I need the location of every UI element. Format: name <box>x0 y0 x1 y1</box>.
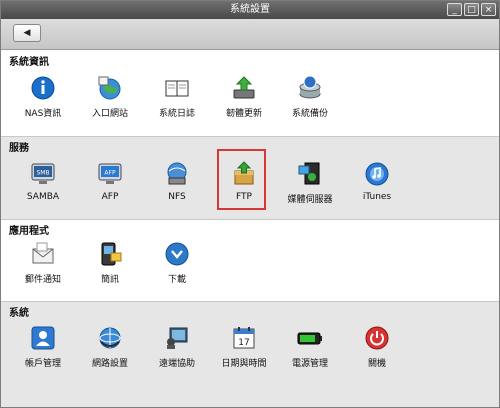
divider <box>1 219 499 220</box>
divider <box>1 301 499 302</box>
svg-text:SMB: SMB <box>36 170 49 177</box>
item-portal[interactable]: 入口網站 <box>80 75 140 119</box>
item-label: 簡訊 <box>100 275 119 285</box>
item-label: 日期與時間 <box>221 359 267 369</box>
info-icon <box>30 75 56 101</box>
section-system: 系統 帳戶管理 網路設置 遠端協助 17 日期與時間 電源管理 關機 <box>1 301 499 407</box>
section-applications: 應用程式 郵件通知 簡訊 下載 <box>1 219 499 301</box>
battery-icon <box>297 325 323 351</box>
window-title: 系統設置 <box>230 4 270 15</box>
item-label: 入口網站 <box>91 109 128 119</box>
section-title: 系統 <box>9 308 29 319</box>
item-label: NFS <box>168 192 186 202</box>
item-remote-assist[interactable]: 遠端協助 <box>147 325 207 369</box>
toolbar: ◀ <box>1 19 499 50</box>
calendar-day: 17 <box>238 338 249 348</box>
item-label: 系統日誌 <box>158 109 195 119</box>
afp-icon: AFP <box>97 161 123 187</box>
item-label: 帳戶管理 <box>24 359 61 369</box>
sms-icon <box>97 241 123 267</box>
item-label: 媒體伺服器 <box>287 195 333 205</box>
window-controls: _ □ × <box>447 3 496 16</box>
item-label: 遠端協助 <box>158 359 195 369</box>
maximize-button[interactable]: □ <box>464 3 479 16</box>
item-label: 網路設置 <box>91 359 128 369</box>
item-system-backup[interactable]: 系統備份 <box>280 75 340 119</box>
close-button[interactable]: × <box>481 3 496 16</box>
item-account-management[interactable]: 帳戶管理 <box>13 325 73 369</box>
item-label: SAMBA <box>26 192 60 202</box>
item-sms[interactable]: 簡訊 <box>80 241 140 285</box>
item-media-server[interactable]: 媒體伺服器 <box>280 161 340 205</box>
item-label: 關機 <box>367 359 386 369</box>
back-button[interactable]: ◀ <box>13 24 41 42</box>
item-power-management[interactable]: 電源管理 <box>280 325 340 369</box>
calendar-icon: 17 <box>231 325 257 351</box>
highlight-box <box>217 149 266 210</box>
item-download[interactable]: 下載 <box>147 241 207 285</box>
item-label: 郵件通知 <box>24 275 61 285</box>
download-icon <box>164 241 190 267</box>
item-system-log[interactable]: 系統日誌 <box>147 75 207 119</box>
mail-icon <box>30 241 56 267</box>
media-server-icon <box>297 161 323 187</box>
item-label: 韌體更新 <box>225 109 262 119</box>
backup-icon <box>297 75 323 101</box>
item-date-time[interactable]: 17 日期與時間 <box>214 325 274 369</box>
item-label: 下載 <box>167 275 186 285</box>
account-icon <box>30 325 56 351</box>
samba-icon: SMB <box>30 161 56 187</box>
item-shutdown[interactable]: 關機 <box>347 325 407 369</box>
network-icon <box>97 325 123 351</box>
svg-text:AFP: AFP <box>104 170 116 177</box>
divider <box>1 136 499 137</box>
nfs-icon <box>164 161 190 187</box>
minimize-button[interactable]: _ <box>447 3 462 16</box>
title-bar[interactable]: 系統設置 _ □ × <box>1 1 499 19</box>
item-samba[interactable]: SMB SAMBA <box>13 161 73 202</box>
item-firmware-update[interactable]: 韌體更新 <box>214 75 274 119</box>
item-mail-notification[interactable]: 郵件通知 <box>13 241 73 285</box>
log-book-icon <box>164 75 190 101</box>
item-network-settings[interactable]: 網路設置 <box>80 325 140 369</box>
system-settings-window: 系統設置 _ □ × ◀ 系統資訊 NAS資訊 入口網站 系統日誌 韌體更新 系… <box>0 0 500 408</box>
item-nas-info[interactable]: NAS資訊 <box>13 75 73 119</box>
portal-icon <box>97 75 123 101</box>
remote-assist-icon <box>164 325 190 351</box>
firmware-update-icon <box>231 75 257 101</box>
item-label: iTunes <box>362 192 392 202</box>
section-title: 服務 <box>9 143 29 154</box>
item-afp[interactable]: AFP AFP <box>80 161 140 202</box>
section-title: 系統資訊 <box>9 57 49 68</box>
section-title: 應用程式 <box>9 226 49 237</box>
item-label: AFP <box>101 192 119 202</box>
item-label: 電源管理 <box>291 359 328 369</box>
itunes-icon <box>364 161 390 187</box>
item-itunes[interactable]: iTunes <box>347 161 407 202</box>
section-system-info: 系統資訊 NAS資訊 入口網站 系統日誌 韌體更新 系統備份 <box>1 50 499 136</box>
item-label: NAS資訊 <box>24 109 62 119</box>
item-label: 系統備份 <box>291 109 328 119</box>
power-icon <box>364 325 390 351</box>
item-nfs[interactable]: NFS <box>147 161 207 202</box>
